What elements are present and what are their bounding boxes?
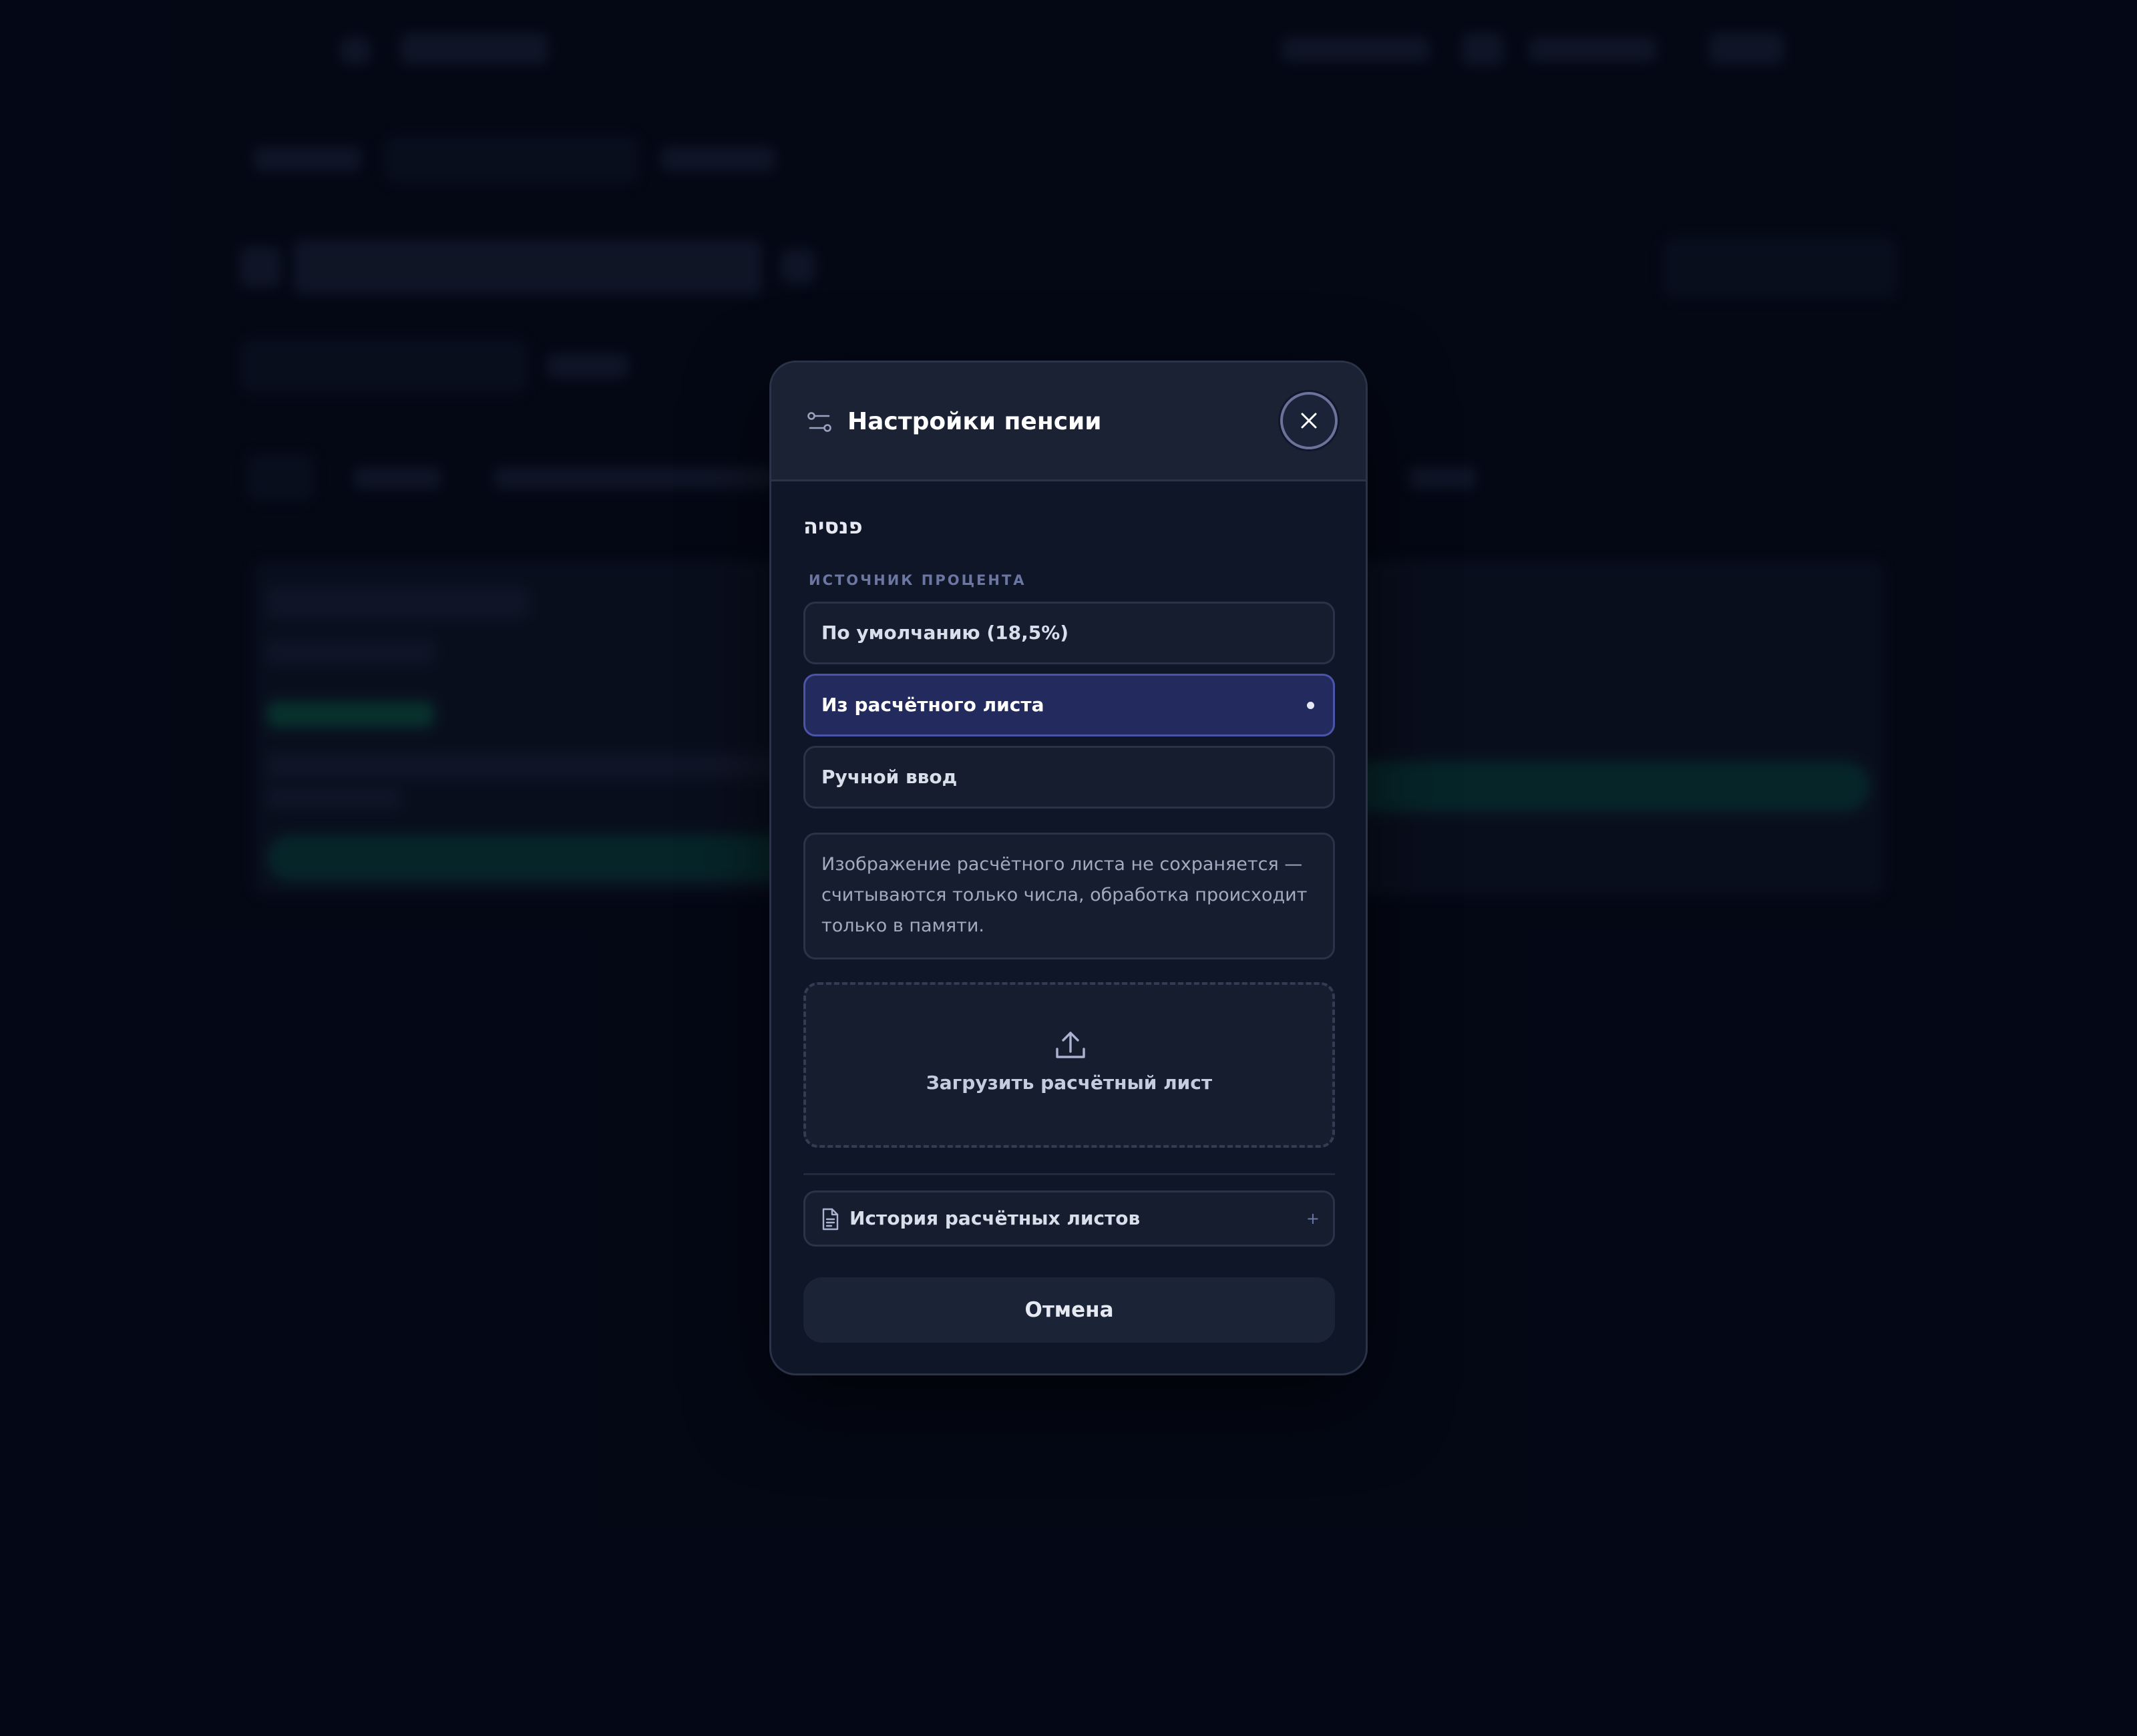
cancel-button[interactable]: Отмена bbox=[803, 1277, 1335, 1343]
rate-source-label: ИСТОЧНИК ПРОЦЕНТА bbox=[809, 572, 1026, 588]
modal-title: Настройки пенсии bbox=[847, 408, 1102, 435]
history-label: История расчётных листов bbox=[849, 1207, 1141, 1229]
option-label: Ручной ввод bbox=[821, 766, 958, 788]
option-label: Из расчётного листа bbox=[821, 694, 1044, 716]
document-icon bbox=[819, 1207, 841, 1231]
option-default-rate[interactable]: По умолчанию (18,5%) bbox=[803, 602, 1335, 664]
divider bbox=[803, 1173, 1335, 1175]
close-button[interactable] bbox=[1280, 392, 1338, 449]
selected-indicator-icon bbox=[1307, 702, 1314, 709]
upload-label: Загрузить расчётный лист bbox=[926, 1072, 1213, 1094]
upload-icon bbox=[1053, 1028, 1088, 1062]
privacy-notice: Изображение расчётного листа не сохраняе… bbox=[803, 833, 1335, 959]
expand-plus-icon: + bbox=[1306, 1209, 1320, 1228]
option-from-payslip[interactable]: Из расчётного листа bbox=[803, 674, 1335, 736]
option-manual-entry[interactable]: Ручной ввод bbox=[803, 746, 1335, 809]
sliders-icon bbox=[806, 409, 833, 436]
modal-header: Настройки пенсии bbox=[771, 363, 1366, 481]
pension-settings-modal: Настройки пенсии פנסיה ИСТОЧНИК ПРОЦЕНТА… bbox=[769, 361, 1368, 1375]
payslip-history-toggle[interactable]: История расчётных листов + bbox=[803, 1190, 1335, 1247]
pension-section-title: פנסיה bbox=[803, 513, 863, 539]
option-label: По умолчанию (18,5%) bbox=[821, 622, 1069, 644]
close-icon bbox=[1301, 413, 1317, 429]
upload-payslip-dropzone[interactable]: Загрузить расчётный лист bbox=[803, 982, 1335, 1148]
